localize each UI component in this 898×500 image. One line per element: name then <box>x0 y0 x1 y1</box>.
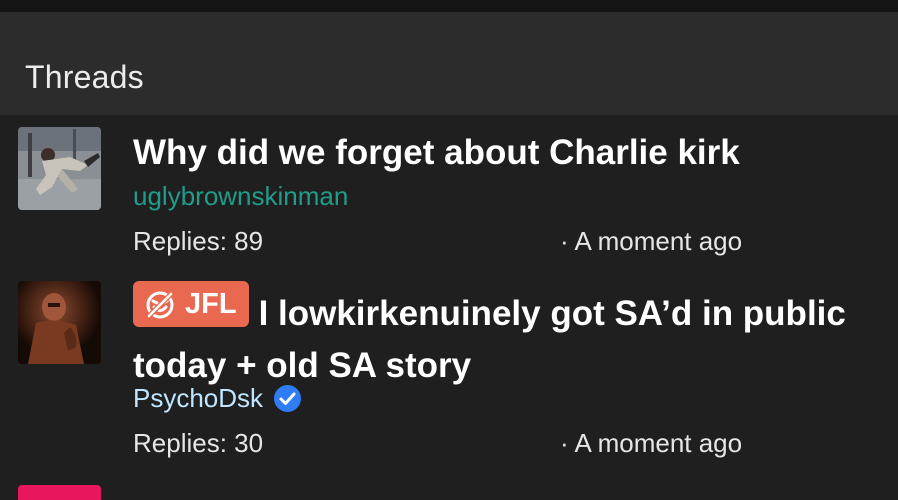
timestamp: · A moment ago <box>560 226 743 256</box>
avatar[interactable] <box>18 281 101 364</box>
thread-item[interactable]: Why did we forget about Charlie kirk ugl… <box>0 115 898 265</box>
thread-author[interactable]: uglybrownskinman <box>133 181 348 212</box>
section-title: Threads <box>25 59 144 95</box>
verified-icon <box>274 385 302 412</box>
tag-badge: JFL <box>133 281 249 327</box>
reply-count: Replies: 30 <box>133 428 264 458</box>
thread-title[interactable]: JFL I lowkirkenuinely got SA’d in public… <box>133 281 884 392</box>
avatar[interactable] <box>18 485 101 500</box>
thread-author[interactable]: PsychoDsk <box>133 383 302 414</box>
threads-header: Threads <box>0 12 898 115</box>
tag-label: JFL <box>185 288 237 320</box>
thread-title[interactable]: Why did we forget about Charlie kirk <box>133 127 884 179</box>
timestamp: · A moment ago <box>560 428 743 458</box>
thread-item[interactable] <box>0 475 898 500</box>
author-name[interactable]: PsychoDsk <box>133 383 263 414</box>
avatar[interactable] <box>18 127 101 210</box>
thread-item[interactable]: JFL I lowkirkenuinely got SA’d in public… <box>0 265 898 475</box>
laugh-icon <box>146 291 174 319</box>
reply-count: Replies: 89 <box>133 226 264 256</box>
top-bar <box>0 0 898 12</box>
